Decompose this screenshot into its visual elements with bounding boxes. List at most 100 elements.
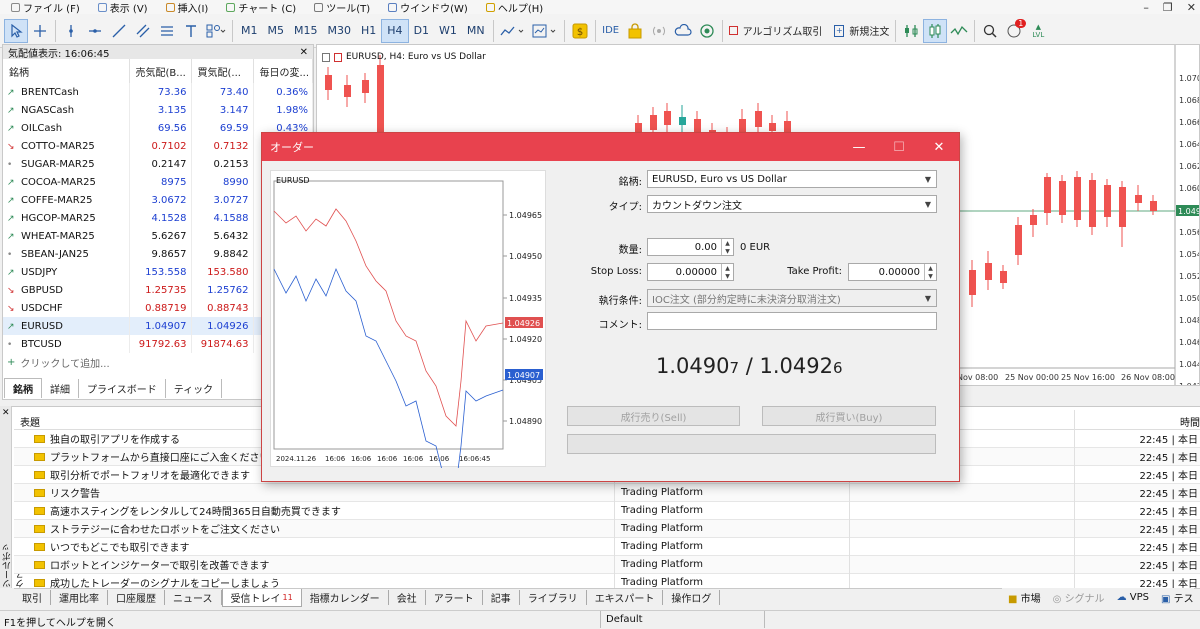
symbol-name: NGASCash [21,104,75,116]
candles-icon[interactable] [923,18,948,43]
tf-h1-button[interactable]: H1 [356,19,381,43]
buy-button[interactable]: 成行買い(Buy) [762,406,936,426]
trendline-icon[interactable] [107,19,131,43]
new-order-button[interactable]: + 新規注文 [825,19,892,43]
stop-loss-stepper[interactable]: 0.00000 ▲ ▼ [647,263,734,281]
tab-tester[interactable]: ▣ テス [1161,590,1194,605]
algo-trading-button[interactable]: アルゴリズム取引 [726,19,826,43]
tab-details[interactable]: 詳細 [42,379,79,398]
bottom-tab-4[interactable]: 受信トレイ 11 [221,588,302,607]
shapes-icon[interactable] [203,19,229,43]
bottom-tab-9[interactable]: ライブラリ [520,590,587,605]
inbox-row[interactable]: ストラテジーに合わせたロボットをご注文ください Trading Platform 2… [14,519,1200,538]
order-type-select[interactable]: カウントダウン注文 ▼ [647,195,937,213]
close-icon[interactable]: ✕ [2,408,10,418]
fibo-icon[interactable] [155,19,179,43]
chart-type-icon[interactable] [497,19,529,43]
ide-button[interactable]: IDE [599,19,623,43]
stepper-arrows-icon[interactable]: ▲ ▼ [721,264,733,280]
tab-price-board[interactable]: プライスボード [79,379,166,398]
stepper-arrows-icon[interactable]: ▲ ▼ [924,264,936,280]
close-button[interactable]: ✕ [1187,1,1196,14]
bottom-tab-5[interactable]: 指標カレンダー [302,590,389,605]
col-subject[interactable]: 表題 [20,414,40,429]
minimize-button[interactable]: – [1143,1,1149,14]
cursor-icon[interactable] [4,18,28,43]
tab-market[interactable]: ■ 市場 [1008,590,1041,605]
inbox-row[interactable]: リスク警告 Trading Platform 22:45 | 本日 [14,483,1200,502]
symbol-select[interactable]: EURUSD, Euro vs US Dollar ▼ [647,170,937,188]
bottom-tab-7[interactable]: アラート [426,590,483,605]
candle-body [679,117,686,125]
market-watch-row[interactable]: ↗ NGASCash 3.135 3.147 1.98% [3,101,313,119]
bottom-tab-8[interactable]: 記事 [483,590,520,605]
bottom-tab-11[interactable]: 操作ログ [663,590,721,605]
tf-m1-button[interactable]: M1 [236,19,263,43]
tf-w1-button[interactable]: W1 [434,19,462,43]
col-ask[interactable]: 買気配(... [191,59,254,83]
take-profit-stepper[interactable]: 0.00000 ▲ ▼ [848,263,937,281]
dialog-close-button[interactable]: ✕ [919,133,959,161]
dollar-icon[interactable]: $ [568,19,592,43]
dialog-minimize-button[interactable]: — [839,133,879,161]
lock-icon[interactable] [623,19,647,43]
menu-item-4[interactable]: ツール(T) [305,0,379,15]
bottom-tab-1[interactable]: 運用比率 [51,590,108,605]
tf-m15-button[interactable]: M15 [289,19,323,43]
restore-button[interactable]: ❐ [1163,1,1173,14]
menu-item-6[interactable]: ヘルプ(H) [477,0,552,15]
menu-item-2[interactable]: 挿入(I) [157,0,218,15]
signal-icon[interactable] [647,19,671,43]
bottom-tab-10[interactable]: エキスパート [587,590,664,605]
execution-select[interactable]: IOC注文 (部分約定時に未決済分取消注文) ▼ [647,289,937,307]
crosshair-icon[interactable] [28,19,52,43]
line-chart-icon[interactable] [947,19,971,43]
menu-item-3[interactable]: チャート (C) [217,0,305,15]
one-click-icon[interactable] [899,19,923,43]
inbox-row[interactable]: 高速ホスティングをレンタルして24時間365日自動売買できます Trading P… [14,501,1200,520]
tab-ticks[interactable]: ティック [166,379,223,398]
tf-m5-button[interactable]: M5 [263,19,290,43]
tf-d1-button[interactable]: D1 [409,19,434,43]
text-icon[interactable] [179,19,203,43]
order-dialog-titlebar[interactable]: オーダー — ☐ ✕ [262,133,959,161]
bottom-tab-3[interactable]: ニュース [165,590,222,605]
market-watch-row[interactable]: ↗ BRENTCash 73.36 73.40 0.36% [3,83,313,101]
tf-h4-button[interactable]: H4 [381,18,409,43]
bottom-tab-label: 運用比率 [59,594,99,605]
channel-icon[interactable] [131,19,155,43]
search-icon[interactable] [978,19,1002,43]
hline-icon[interactable] [83,19,107,43]
menu-item-0[interactable]: ファイル (F) [2,0,89,15]
tf-m30-button[interactable]: M30 [323,19,357,43]
templates-icon[interactable] [529,19,561,43]
col-change[interactable]: 毎日の変... [253,59,313,83]
inbox-row[interactable]: ロボットとインジケーターで取引を改善できます Trading Platform 22… [14,555,1200,574]
notifications-icon[interactable]: 1 [1002,18,1027,43]
tab-vps[interactable]: ☁ VPS [1117,592,1149,603]
tab-signals[interactable]: ◎ シグナル [1053,590,1105,605]
toolbar-separator [974,19,976,42]
cloud-icon[interactable] [671,19,695,43]
col-time[interactable]: 時間 [1180,414,1200,429]
bottom-tab-0[interactable]: 取引 [14,590,51,605]
stepper-arrows-icon[interactable]: ▲ ▼ [721,239,733,255]
tf-mn-button[interactable]: MN [462,19,490,43]
menu-item-1[interactable]: 表示 (V) [89,0,157,15]
close-icon[interactable]: ✕ [300,47,308,58]
market-globe-icon[interactable] [695,19,719,43]
bottom-tab-2[interactable]: 口座履歴 [108,590,165,605]
vline-icon[interactable] [59,19,83,43]
col-bid[interactable]: 売気配(B... [129,59,192,83]
level-icon[interactable]: ▲ LVL [1026,19,1050,43]
col-symbol[interactable]: 銘柄 [3,59,130,83]
dialog-maximize-button[interactable]: ☐ [879,133,919,161]
volume-stepper[interactable]: 0.00 ▲ ▼ [647,238,734,256]
bottom-tab-6[interactable]: 会社 [389,590,426,605]
lock-icon: ■ [1008,593,1018,605]
inbox-row[interactable]: いつでもどこでも取引できます Trading Platform 22:45 | 本日 [14,537,1200,556]
sell-button[interactable]: 成行売り(Sell) [567,406,740,426]
comment-input[interactable] [647,312,937,330]
tab-symbols[interactable]: 銘柄 [4,378,42,398]
menu-item-5[interactable]: ウインドウ(W) [379,0,477,15]
